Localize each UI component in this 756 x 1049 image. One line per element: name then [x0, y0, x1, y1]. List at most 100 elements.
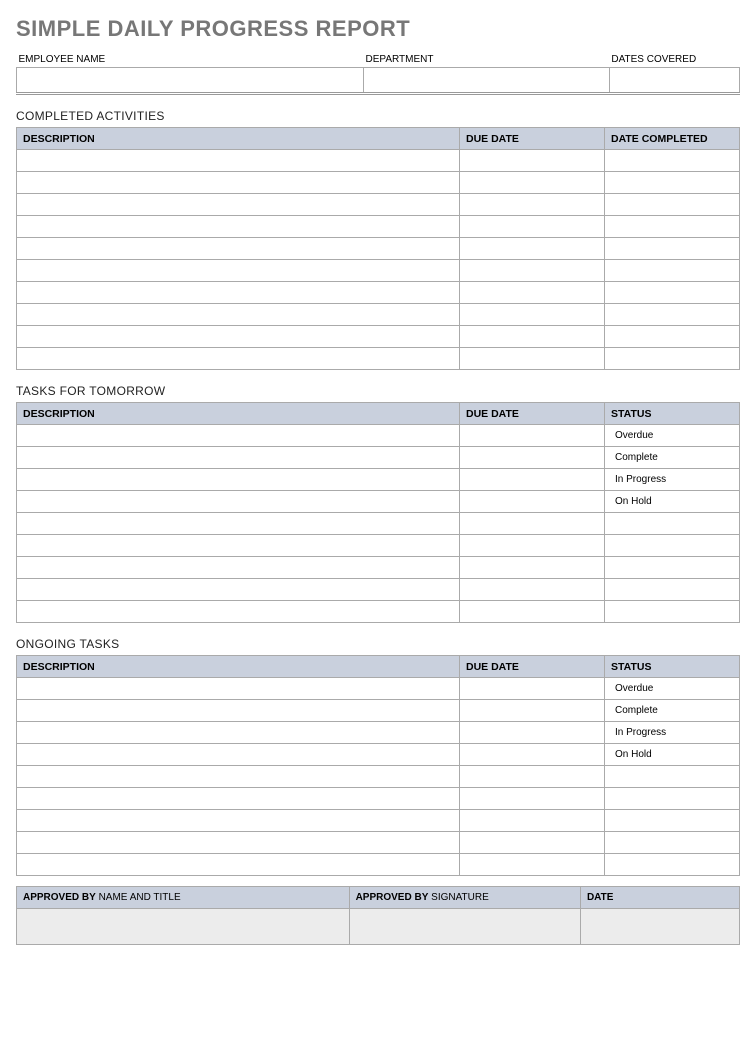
table-cell[interactable] [460, 535, 605, 557]
completed-section-title: COMPLETED ACTIVITIES [16, 109, 740, 123]
table-cell[interactable] [17, 238, 460, 260]
table-cell[interactable] [460, 744, 605, 766]
table-cell[interactable] [605, 216, 740, 238]
status-overdue[interactable]: Overdue [605, 678, 740, 700]
table-cell[interactable] [17, 216, 460, 238]
table-cell[interactable] [460, 348, 605, 370]
table-cell[interactable] [605, 282, 740, 304]
table-cell[interactable] [17, 150, 460, 172]
table-cell[interactable] [17, 678, 460, 700]
table-cell[interactable] [605, 238, 740, 260]
approval-signature-input[interactable] [349, 909, 580, 945]
table-cell[interactable] [605, 172, 740, 194]
table-cell[interactable] [17, 810, 460, 832]
table-cell[interactable] [17, 788, 460, 810]
table-cell[interactable] [460, 150, 605, 172]
table-cell[interactable] [605, 854, 740, 876]
table-cell[interactable] [605, 304, 740, 326]
approval-date-header: DATE [580, 887, 739, 909]
status-onhold[interactable]: On Hold [605, 491, 740, 513]
table-cell[interactable] [17, 601, 460, 623]
dates-covered-input[interactable] [609, 68, 739, 94]
status-overdue[interactable]: Overdue [605, 425, 740, 447]
table-cell[interactable] [460, 425, 605, 447]
table-cell[interactable] [17, 557, 460, 579]
table-cell[interactable] [460, 469, 605, 491]
table-cell[interactable] [605, 513, 740, 535]
status-complete[interactable]: Complete [605, 447, 740, 469]
table-cell[interactable] [460, 238, 605, 260]
completed-table: DESCRIPTION DUE DATE DATE COMPLETED [16, 127, 740, 370]
department-label: DEPARTMENT [364, 54, 610, 68]
approval-signature-header: APPROVED BY SIGNATURE [349, 887, 580, 909]
ongoing-col-status: STATUS [605, 656, 740, 678]
approval-date-input[interactable] [580, 909, 739, 945]
status-inprogress[interactable]: In Progress [605, 722, 740, 744]
table-cell[interactable] [460, 810, 605, 832]
table-cell[interactable] [17, 447, 460, 469]
table-cell[interactable] [460, 260, 605, 282]
table-cell[interactable] [460, 557, 605, 579]
employee-name-input[interactable] [17, 68, 364, 94]
table-cell[interactable] [460, 304, 605, 326]
table-cell[interactable] [460, 513, 605, 535]
status-onhold[interactable]: On Hold [605, 744, 740, 766]
table-cell[interactable] [605, 348, 740, 370]
table-cell[interactable] [460, 601, 605, 623]
table-cell[interactable] [605, 150, 740, 172]
table-cell[interactable] [605, 788, 740, 810]
table-cell[interactable] [17, 348, 460, 370]
table-cell[interactable] [17, 172, 460, 194]
table-cell[interactable] [17, 700, 460, 722]
table-cell[interactable] [605, 579, 740, 601]
table-cell[interactable] [605, 601, 740, 623]
table-cell[interactable] [460, 282, 605, 304]
table-cell[interactable] [17, 744, 460, 766]
table-cell[interactable] [17, 535, 460, 557]
table-cell[interactable] [17, 766, 460, 788]
table-cell[interactable] [460, 788, 605, 810]
table-cell[interactable] [605, 260, 740, 282]
table-cell[interactable] [460, 326, 605, 348]
table-cell[interactable] [460, 854, 605, 876]
employee-name-label: EMPLOYEE NAME [17, 54, 364, 68]
ongoing-col-due: DUE DATE [460, 656, 605, 678]
table-cell[interactable] [605, 766, 740, 788]
table-cell[interactable] [460, 447, 605, 469]
status-inprogress[interactable]: In Progress [605, 469, 740, 491]
table-cell[interactable] [460, 722, 605, 744]
table-cell[interactable] [17, 425, 460, 447]
table-cell[interactable] [605, 557, 740, 579]
table-cell[interactable] [17, 854, 460, 876]
table-cell[interactable] [460, 766, 605, 788]
table-cell[interactable] [605, 810, 740, 832]
table-cell[interactable] [460, 700, 605, 722]
table-cell[interactable] [605, 535, 740, 557]
table-cell[interactable] [17, 260, 460, 282]
table-cell[interactable] [460, 194, 605, 216]
approval-name-title-input[interactable] [17, 909, 350, 945]
tomorrow-col-description: DESCRIPTION [17, 403, 460, 425]
table-cell[interactable] [460, 678, 605, 700]
department-input[interactable] [364, 68, 610, 94]
table-cell[interactable] [17, 304, 460, 326]
table-cell[interactable] [460, 216, 605, 238]
table-cell[interactable] [605, 326, 740, 348]
table-cell[interactable] [460, 172, 605, 194]
table-cell[interactable] [17, 194, 460, 216]
table-cell[interactable] [17, 469, 460, 491]
table-cell[interactable] [605, 832, 740, 854]
table-cell[interactable] [460, 491, 605, 513]
table-cell[interactable] [460, 832, 605, 854]
table-cell[interactable] [460, 579, 605, 601]
table-cell[interactable] [17, 282, 460, 304]
page-title: SIMPLE DAILY PROGRESS REPORT [16, 16, 740, 42]
table-cell[interactable] [17, 579, 460, 601]
table-cell[interactable] [17, 491, 460, 513]
table-cell[interactable] [17, 513, 460, 535]
table-cell[interactable] [17, 722, 460, 744]
status-complete[interactable]: Complete [605, 700, 740, 722]
table-cell[interactable] [17, 326, 460, 348]
table-cell[interactable] [605, 194, 740, 216]
table-cell[interactable] [17, 832, 460, 854]
